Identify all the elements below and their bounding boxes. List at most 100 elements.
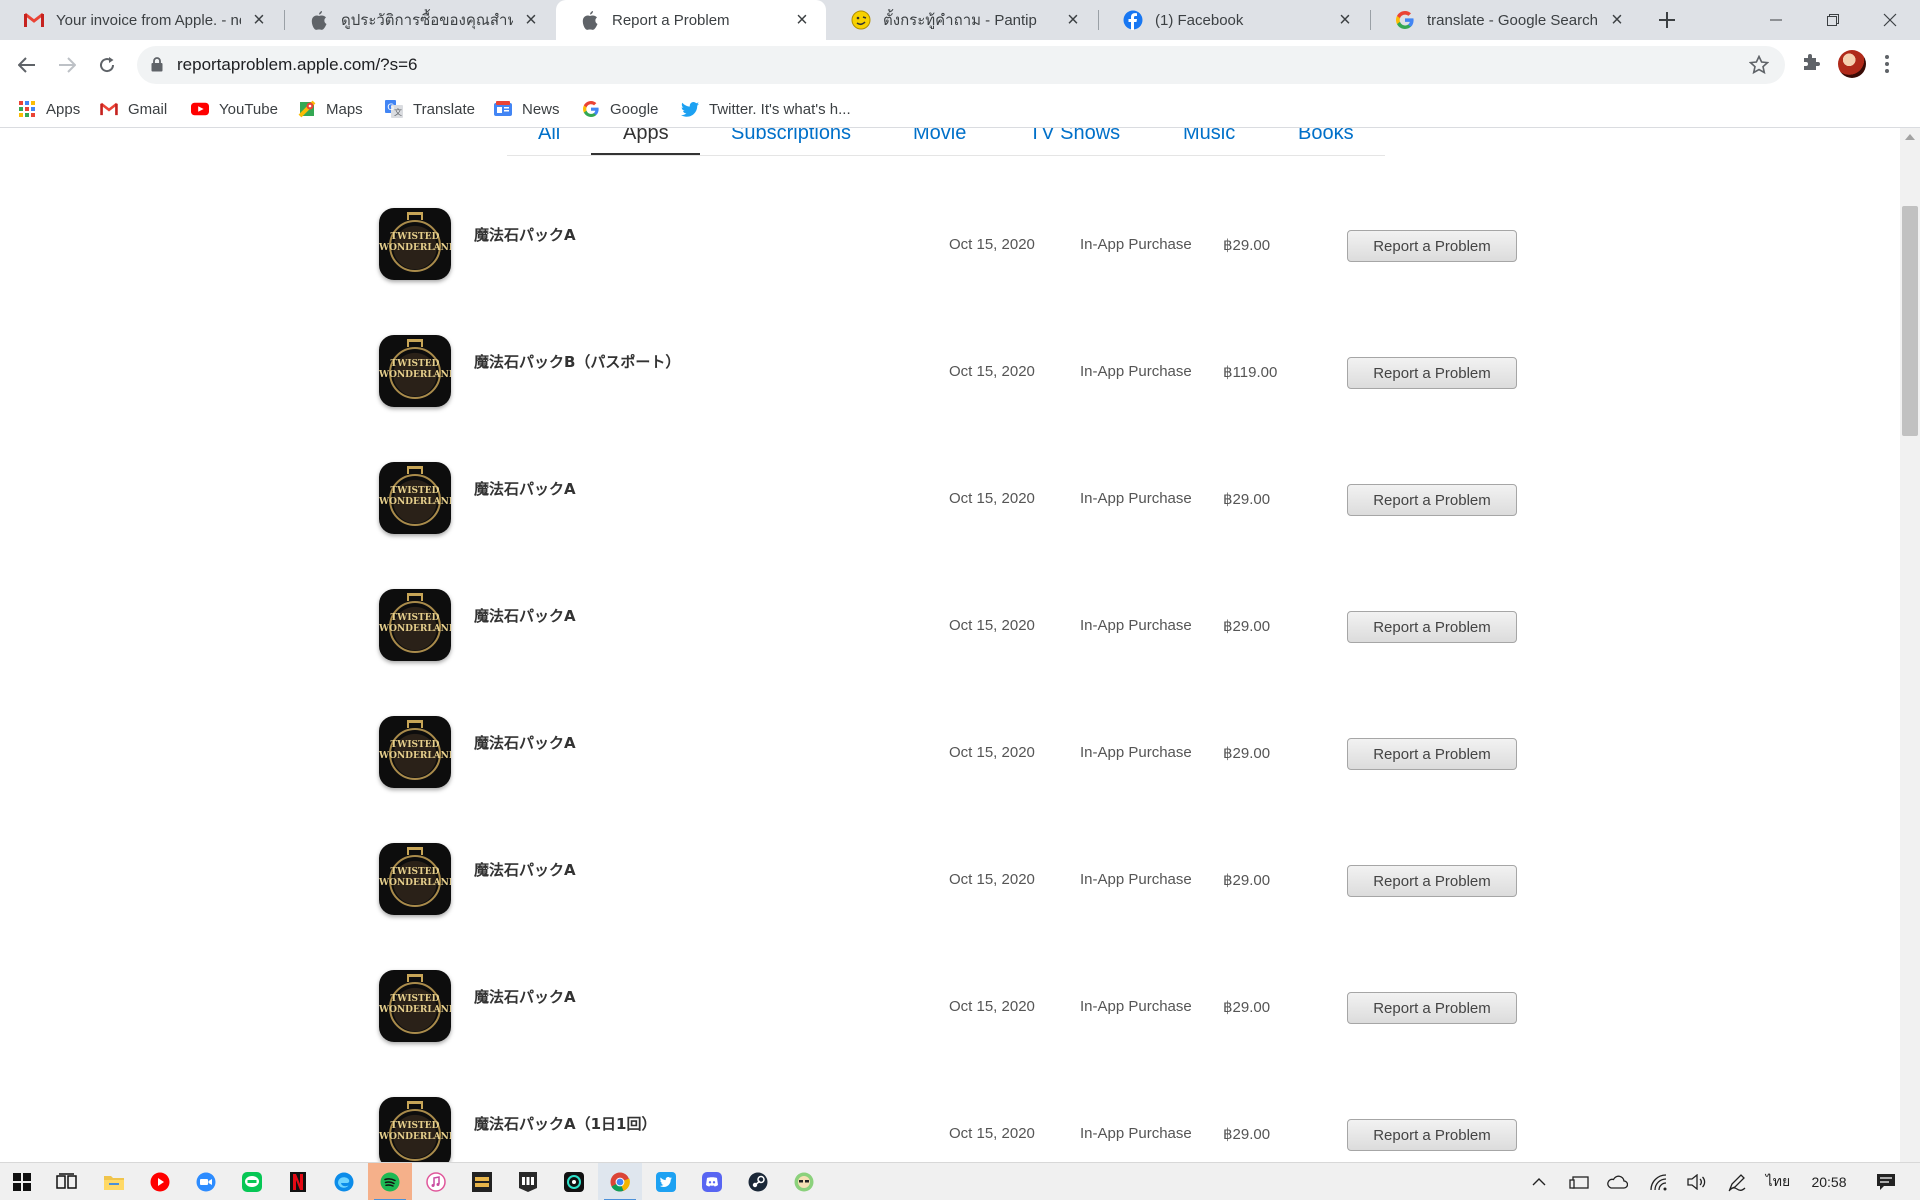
profile-avatar[interactable] bbox=[1838, 50, 1866, 78]
item-name: 魔法石パックA bbox=[474, 607, 576, 625]
speaker-icon bbox=[1687, 1174, 1706, 1190]
lock-icon[interactable] bbox=[151, 57, 163, 77]
app-logo-text: TWISTED WONDERLAND bbox=[379, 486, 451, 507]
purchase-price: ฿29.00 bbox=[1223, 745, 1271, 762]
report-a-problem-button[interactable]: Report a Problem bbox=[1347, 865, 1517, 897]
purchase-type: In-App Purchase bbox=[1080, 490, 1192, 507]
tab-google-search[interactable]: translate - Google Search × bbox=[1371, 0, 1641, 40]
more-vertical-icon[interactable] bbox=[1884, 54, 1890, 79]
taskbar-discord[interactable] bbox=[690, 1163, 734, 1200]
taskbar-youtube[interactable] bbox=[138, 1163, 182, 1200]
purchase-price: ฿29.00 bbox=[1223, 999, 1271, 1016]
start-button[interactable] bbox=[0, 1163, 44, 1200]
report-a-problem-button[interactable]: Report a Problem bbox=[1347, 611, 1517, 643]
new-tab-button[interactable] bbox=[1653, 6, 1681, 34]
twisted-wonderland-app-icon: TWISTED WONDERLAND bbox=[379, 335, 451, 407]
back-button[interactable] bbox=[12, 50, 42, 80]
youtube-icon bbox=[150, 1172, 170, 1192]
scroll-thumb[interactable] bbox=[1902, 206, 1918, 436]
bookmark-youtube[interactable]: YouTube bbox=[191, 90, 278, 128]
bookmark-twitter[interactable]: Twitter. It's what's h... bbox=[681, 90, 851, 128]
taskbar-line[interactable] bbox=[230, 1163, 274, 1200]
taskbar-file-explorer[interactable] bbox=[92, 1163, 136, 1200]
taskbar-zoom[interactable] bbox=[184, 1163, 228, 1200]
bookmark-gmail[interactable]: Gmail bbox=[100, 90, 167, 128]
tray-wifi[interactable] bbox=[1644, 1163, 1674, 1200]
tab-pantip[interactable]: ตั้งกระทู้คำถาม - Pantip × bbox=[827, 0, 1097, 40]
extensions-puzzle-icon[interactable] bbox=[1800, 52, 1822, 79]
taskbar-spotify[interactable] bbox=[368, 1163, 412, 1200]
bookmark-news[interactable]: News bbox=[494, 90, 560, 128]
notification-center-button[interactable] bbox=[1866, 1163, 1906, 1200]
taskbar-pubg[interactable] bbox=[460, 1163, 504, 1200]
item-name: 魔法石パックA bbox=[474, 734, 576, 752]
show-hidden-icons-button[interactable] bbox=[1524, 1163, 1554, 1200]
tab-gmail-invoice[interactable]: Your invoice from Apple. - ne × bbox=[0, 0, 283, 40]
tab-movie[interactable]: Movie bbox=[913, 128, 966, 145]
tab-title: ตั้งกระทู้คำถาม - Pantip bbox=[883, 12, 1037, 29]
purchase-date: Oct 15, 2020 bbox=[949, 871, 1035, 888]
tray-volume[interactable] bbox=[1682, 1163, 1712, 1200]
url-text[interactable]: reportaproblem.apple.com/?s=6 bbox=[177, 46, 418, 84]
device-icon bbox=[1569, 1176, 1589, 1189]
taskbar-game-avatar[interactable] bbox=[782, 1163, 826, 1200]
tray-device[interactable] bbox=[1564, 1163, 1594, 1200]
report-a-problem-button[interactable]: Report a Problem bbox=[1347, 738, 1517, 770]
report-a-problem-button[interactable]: Report a Problem bbox=[1347, 484, 1517, 516]
clock[interactable]: 20:58 bbox=[1804, 1163, 1854, 1200]
scroll-up-icon[interactable] bbox=[1905, 134, 1915, 140]
bookmark-translate[interactable]: G文 Translate bbox=[385, 90, 475, 128]
taskbar-chrome[interactable] bbox=[598, 1163, 642, 1200]
crown-icon bbox=[407, 593, 423, 601]
tab-books[interactable]: Books bbox=[1298, 128, 1354, 145]
taskbar-twitter[interactable] bbox=[644, 1163, 688, 1200]
tab-report-a-problem[interactable]: Report a Problem × bbox=[556, 0, 826, 40]
address-bar[interactable]: reportaproblem.apple.com/?s=6 bbox=[137, 46, 1785, 84]
purchase-row: TWISTED WONDERLAND 魔法石パックB（パスポート） Oct 15, 2… bbox=[379, 335, 1519, 409]
report-a-problem-button[interactable]: Report a Problem bbox=[1347, 357, 1517, 389]
taskbar-music-player[interactable] bbox=[552, 1163, 596, 1200]
tab-apps[interactable]: Apps bbox=[623, 128, 669, 145]
close-tab-icon[interactable]: × bbox=[521, 9, 541, 31]
news-icon bbox=[494, 100, 512, 118]
pen-icon bbox=[1728, 1174, 1746, 1192]
reload-button[interactable] bbox=[92, 50, 122, 80]
tab-subscriptions[interactable]: Subscriptions bbox=[731, 128, 851, 145]
close-window-button[interactable] bbox=[1860, 0, 1920, 40]
task-view-button[interactable] bbox=[45, 1163, 89, 1200]
twisted-wonderland-app-icon: TWISTED WONDERLAND bbox=[379, 462, 451, 534]
taskbar-edge[interactable] bbox=[322, 1163, 366, 1200]
bookmark-maps[interactable]: Maps bbox=[298, 90, 363, 128]
report-a-problem-button[interactable]: Report a Problem bbox=[1347, 992, 1517, 1024]
close-tab-icon[interactable]: × bbox=[1607, 9, 1627, 31]
bookmark-star-icon[interactable] bbox=[1748, 54, 1770, 80]
input-language-indicator[interactable]: ไทย bbox=[1760, 1163, 1796, 1200]
tab-all[interactable]: All bbox=[538, 128, 560, 145]
taskbar-steam[interactable] bbox=[736, 1163, 780, 1200]
close-tab-icon[interactable]: × bbox=[1335, 9, 1355, 31]
close-tab-icon[interactable]: × bbox=[249, 9, 269, 31]
close-tab-icon[interactable]: × bbox=[1063, 9, 1083, 31]
taskbar-epic-games[interactable] bbox=[506, 1163, 550, 1200]
tab-music[interactable]: Music bbox=[1183, 128, 1235, 145]
bookmark-apps[interactable]: Apps bbox=[18, 90, 80, 128]
tray-onedrive[interactable] bbox=[1602, 1163, 1632, 1200]
tab-facebook[interactable]: (1) Facebook × bbox=[1099, 0, 1369, 40]
minimize-button[interactable] bbox=[1746, 0, 1806, 40]
close-tab-icon[interactable]: × bbox=[792, 9, 812, 31]
bookmark-google[interactable]: Google bbox=[582, 90, 658, 128]
vertical-scrollbar[interactable] bbox=[1900, 128, 1920, 1162]
taskbar-itunes[interactable] bbox=[414, 1163, 458, 1200]
report-a-problem-button[interactable]: Report a Problem bbox=[1347, 1119, 1517, 1151]
task-view-icon bbox=[56, 1173, 77, 1189]
tray-pen[interactable] bbox=[1722, 1163, 1752, 1200]
restore-button[interactable] bbox=[1803, 0, 1863, 40]
svg-text:文: 文 bbox=[394, 107, 402, 117]
forward-button[interactable] bbox=[52, 50, 82, 80]
discord-icon bbox=[702, 1172, 722, 1192]
taskbar-netflix[interactable] bbox=[276, 1163, 320, 1200]
tab-apple-purchase-history[interactable]: ดูประวัติการซื้อของคุณสำหรับ App × bbox=[285, 0, 555, 40]
tab-tv-shows[interactable]: TV Shows bbox=[1029, 128, 1120, 145]
bookmark-label: Google bbox=[610, 100, 659, 118]
report-a-problem-button[interactable]: Report a Problem bbox=[1347, 230, 1517, 262]
